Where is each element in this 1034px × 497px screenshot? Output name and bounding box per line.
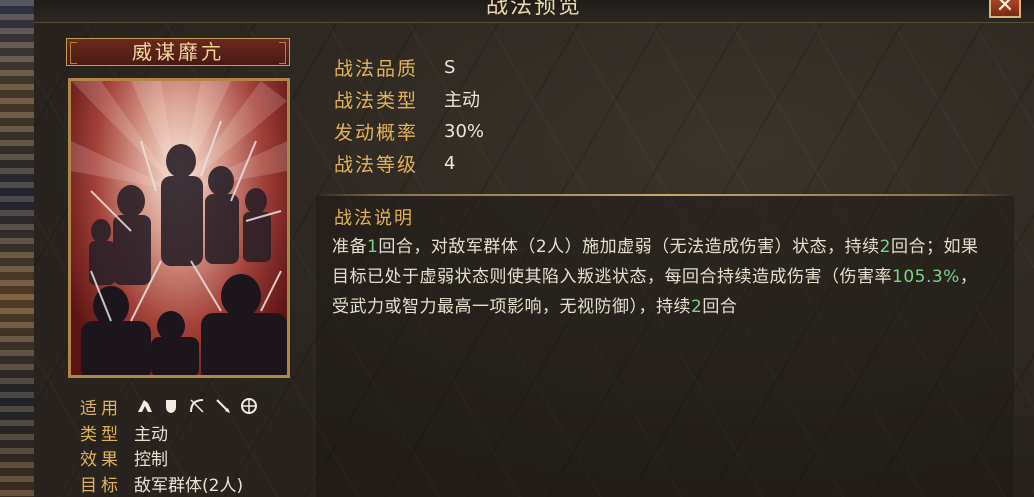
type-row: 类型 主动 <box>80 420 168 445</box>
desc-part-5: 回合 <box>702 297 738 317</box>
attr-probability-row: 发动概率 30% <box>334 116 484 146</box>
dialog-title: 战法预览 <box>485 0 582 19</box>
target-value: 敌军群体(2人) <box>134 475 244 496</box>
attr-quality-row: 战法品质 S <box>334 52 455 82</box>
bow-icon <box>190 399 204 413</box>
effect-row: 效果 控制 <box>80 445 168 470</box>
description-text: 准备1回合，对敌军群体（2人）施加虚弱（无法造成伤害）状态，持续2回合；如果目标… <box>332 232 992 322</box>
attr-level-label: 战法等级 <box>334 153 419 176</box>
soldiers-silhouette-art <box>71 81 287 375</box>
effect-value: 控制 <box>134 449 168 470</box>
cavalry-icon <box>138 400 152 412</box>
target-label: 目标 <box>80 475 122 496</box>
desc-prep-turns: 1 <box>367 237 379 257</box>
attr-type-value: 主动 <box>444 90 480 111</box>
type-label: 类型 <box>80 424 122 445</box>
target-row: 目标 敌军群体(2人) <box>80 471 244 496</box>
skill-name-banner: 威谋靡亢 <box>66 38 290 66</box>
desc-part-1: 准备 <box>332 237 367 257</box>
section-divider <box>316 194 1014 196</box>
close-button[interactable]: ✕ <box>989 0 1021 18</box>
type-value: 主动 <box>134 424 168 445</box>
wheel-icon <box>241 398 257 414</box>
troop-type-icons <box>136 397 258 415</box>
attr-type-row: 战法类型 主动 <box>334 84 480 114</box>
skill-preview-dialog: 战法预览 ✕ 威谋靡亢 适用 类型 主动 效果 控制 目标 敌军群体(2人) 战… <box>34 0 1034 497</box>
desc-part-2: 回合，对敌军群体（2人）施加虚弱（无法造成伤害）状态，持续 <box>378 237 880 257</box>
attr-level-value: 4 <box>444 152 456 174</box>
desc-defect-duration: 2 <box>691 297 703 317</box>
applicable-label: 适用 <box>80 398 122 419</box>
applicable-row: 适用 <box>80 394 258 419</box>
background-game-world <box>0 0 34 497</box>
desc-damage-rate: 105.3% <box>892 267 960 287</box>
attr-probability-label: 发动概率 <box>334 121 419 144</box>
attr-quality-value: S <box>444 56 456 78</box>
attr-probability-value: 30% <box>444 120 485 142</box>
attr-level-row: 战法等级 4 <box>334 148 455 178</box>
effect-label: 效果 <box>80 449 122 470</box>
spear-icon <box>216 399 230 413</box>
desc-weak-duration: 2 <box>879 237 891 257</box>
skill-card-art <box>68 78 290 378</box>
close-x-icon: ✕ <box>995 0 1015 18</box>
shield-icon <box>166 400 176 413</box>
attr-quality-label: 战法品质 <box>334 57 419 80</box>
description-heading: 战法说明 <box>334 208 414 229</box>
attr-type-label: 战法类型 <box>334 89 419 112</box>
